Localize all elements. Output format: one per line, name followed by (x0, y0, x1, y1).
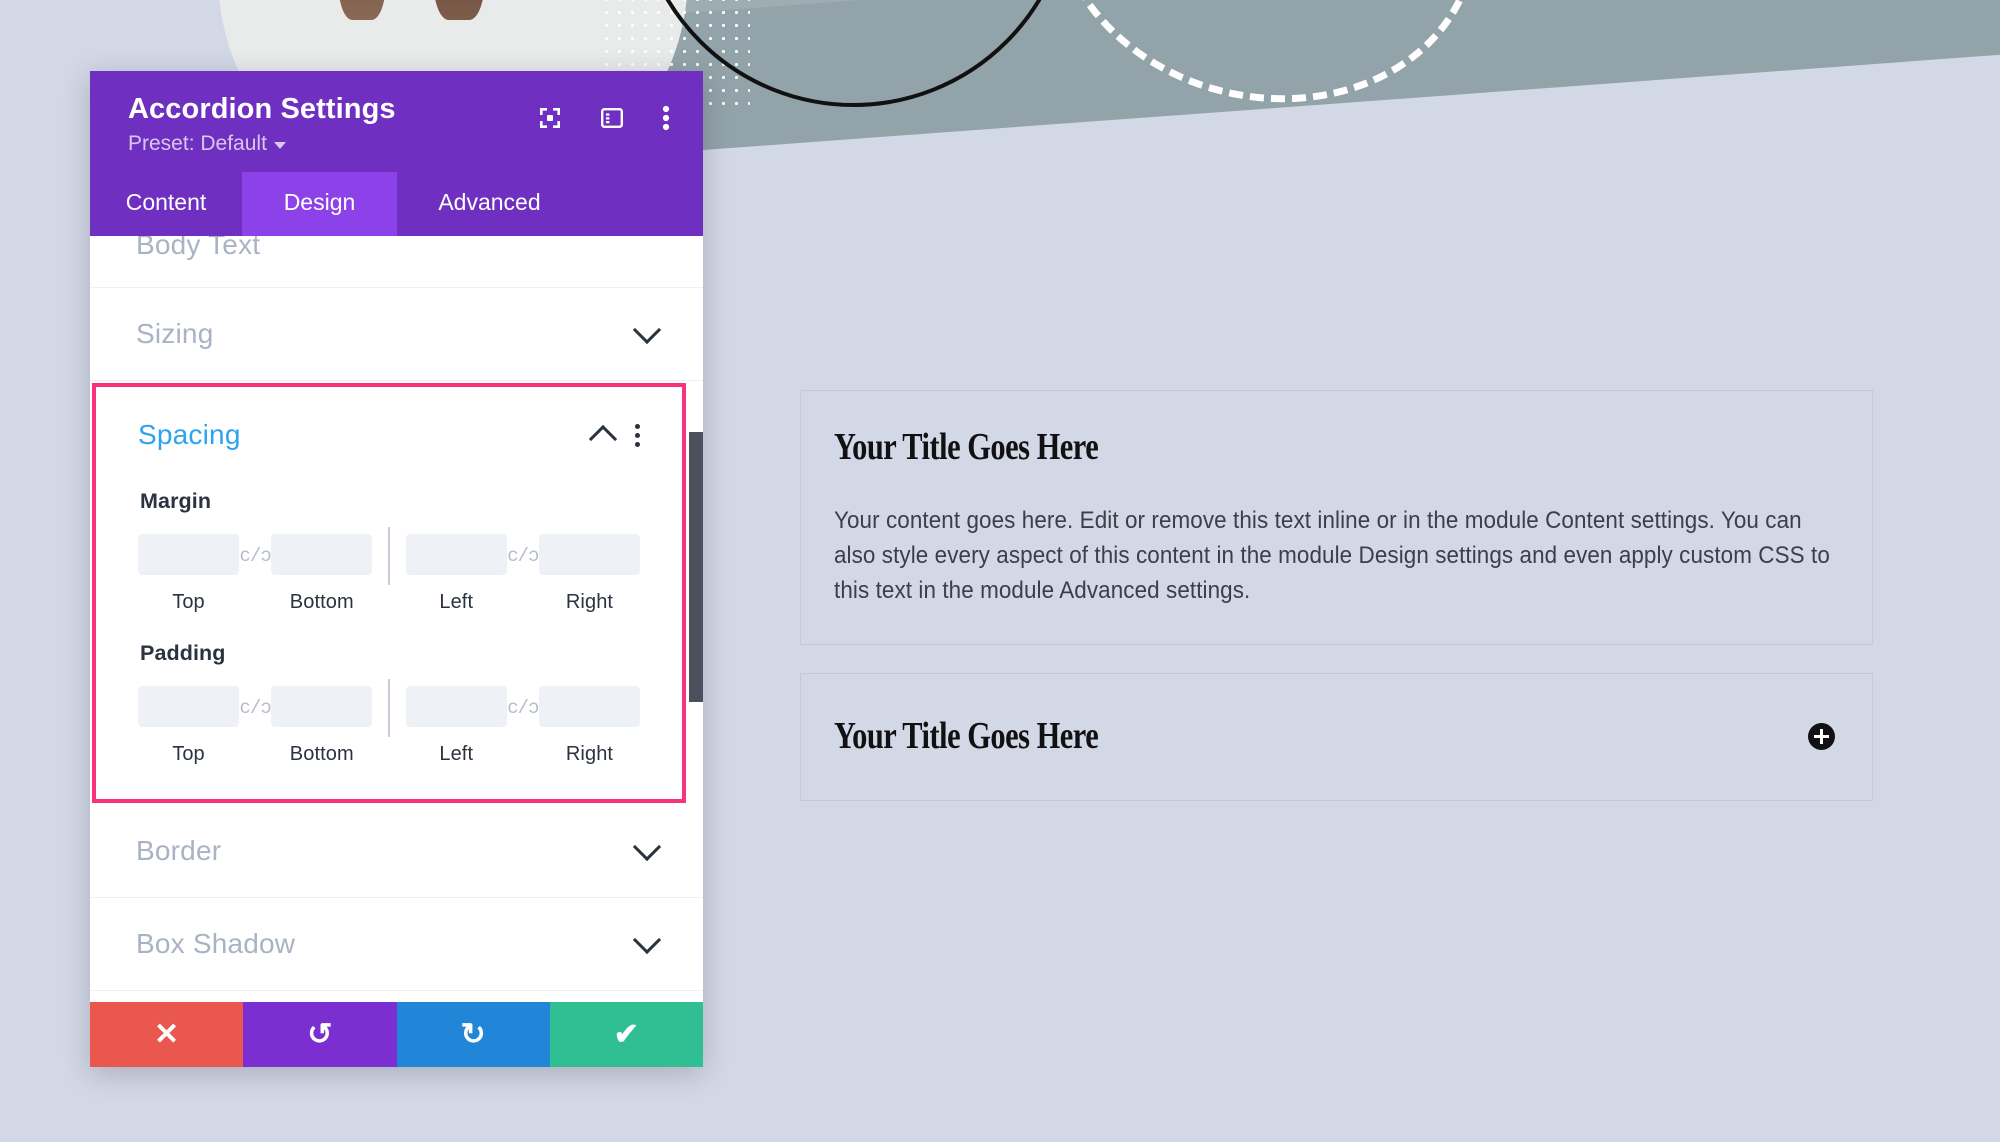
kebab-menu-icon[interactable] (662, 105, 670, 131)
padding-right-input[interactable] (539, 686, 640, 728)
margin-left-input[interactable] (405, 534, 507, 576)
modal-body: Body Text Sizing Spacing Margin Top c/ɔ … (90, 236, 703, 1003)
padding-bottom-label: Bottom (289, 743, 354, 766)
margin-right-label: Right (565, 591, 614, 614)
preset-label: Preset: Default (128, 132, 267, 156)
padding-right-label: Right (565, 743, 614, 766)
chevron-down-icon[interactable] (632, 316, 662, 345)
accordion-item-body: Your content goes here. Edit or remove t… (834, 507, 1830, 605)
chevron-down-icon[interactable] (632, 833, 662, 862)
link-margin-vertical-icon[interactable]: c/ɔ (239, 545, 272, 567)
margin-bottom-label: Bottom (289, 591, 354, 614)
link-padding-horizontal-icon[interactable]: c/ɔ (507, 697, 539, 719)
padding-top-cell: Top (138, 686, 239, 766)
margin-top-cell: Top (138, 534, 239, 614)
undo-icon: ↺ (307, 1017, 333, 1051)
margin-bottom-cell: Bottom (271, 534, 373, 614)
modal-header-actions (538, 105, 675, 131)
tab-advanced[interactable]: Advanced (397, 172, 582, 236)
section-label: Body Text (136, 236, 261, 261)
link-padding-vertical-icon[interactable]: c/ɔ (239, 697, 272, 719)
photo-shape-c (338, 0, 386, 20)
field-divider (388, 527, 390, 586)
link-margin-horizontal-icon[interactable]: c/ɔ (507, 545, 539, 567)
section-label: Border (136, 835, 222, 867)
section-options-icon[interactable] (635, 423, 640, 447)
padding-bottom-input[interactable] (271, 686, 373, 728)
section-row-box-shadow[interactable]: Box Shadow (90, 898, 703, 992)
close-icon: ✕ (154, 1017, 180, 1051)
margin-top-input[interactable] (138, 534, 239, 576)
accordion-preview: Your Title Goes Here Your content goes h… (800, 390, 1873, 829)
modal-header: Accordion Settings Preset: Default (90, 71, 703, 173)
modal-footer: ✕ ↺ ↻ ✔ (90, 1002, 703, 1068)
chevron-down-icon (273, 142, 286, 150)
tab-content[interactable]: Content (90, 172, 242, 236)
redo-icon: ↻ (460, 1017, 486, 1051)
margin-inputs: Top c/ɔ Bottom Left c/ɔ Right (138, 527, 640, 621)
modal-tabs: Content Design Advanced (90, 172, 703, 237)
padding-bottom-cell: Bottom (271, 686, 373, 766)
padding-top-label: Top (172, 743, 205, 766)
page-title: Accordion Settings (128, 93, 396, 125)
field-divider (388, 679, 390, 738)
section-label: Spacing (138, 419, 241, 451)
section-spacing-highlighted: Spacing Margin Top c/ɔ Bottom Left c/ɔ R… (92, 383, 686, 804)
padding-label: Padding (140, 641, 226, 666)
page-root: Your Title Goes Here Your content goes h… (0, 0, 2000, 1142)
padding-inputs: Top c/ɔ Bottom Left c/ɔ Right (138, 679, 640, 773)
redo-button[interactable]: ↻ (396, 1002, 550, 1068)
margin-top-label: Top (172, 591, 205, 614)
section-row-body-text[interactable]: Body Text (90, 236, 703, 289)
margin-label: Margin (140, 489, 212, 514)
chevron-down-icon[interactable] (632, 926, 662, 955)
padding-field-group: Padding Top c/ɔ Bottom Left c/ɔ Right (96, 641, 682, 773)
modal-scrollbar[interactable] (689, 432, 703, 703)
accordion-item-expanded[interactable]: Your Title Goes Here Your content goes h… (800, 390, 1873, 646)
tab-design[interactable]: Design (242, 172, 397, 237)
padding-left-input[interactable] (405, 686, 507, 728)
margin-bottom-input[interactable] (271, 534, 373, 576)
margin-left-label: Left (439, 591, 474, 614)
section-row-border[interactable]: Border (90, 805, 703, 899)
margin-right-cell: Right (539, 534, 640, 614)
accordion-item-title: Your Title Goes Here (834, 426, 1099, 468)
section-row-sizing[interactable]: Sizing (90, 288, 703, 382)
photo-shape-d (433, 0, 485, 20)
accordion-settings-modal: Accordion Settings Preset: Default Conte… (90, 71, 703, 1068)
preset-selector[interactable]: Preset: Default (128, 132, 396, 156)
modal-header-text: Accordion Settings Preset: Default (128, 93, 396, 156)
margin-field-group: Margin Top c/ɔ Bottom Left c/ɔ Right (96, 489, 682, 621)
cancel-button[interactable]: ✕ (90, 1002, 244, 1068)
chevron-up-icon[interactable] (588, 425, 618, 454)
accordion-item-collapsed[interactable]: Your Title Goes Here (800, 673, 1873, 802)
padding-right-cell: Right (539, 686, 640, 766)
section-row-spacing[interactable]: Spacing (96, 387, 682, 483)
save-button[interactable]: ✔ (549, 1002, 703, 1068)
plus-circle-icon[interactable] (1808, 722, 1835, 750)
padding-left-cell: Left (405, 686, 507, 766)
padding-left-label: Left (439, 743, 474, 766)
padding-top-input[interactable] (138, 686, 239, 728)
margin-left-cell: Left (405, 534, 507, 614)
panel-layout-icon[interactable] (600, 106, 624, 130)
undo-button[interactable]: ↺ (243, 1002, 397, 1068)
margin-right-input[interactable] (539, 534, 640, 576)
section-label: Sizing (136, 318, 214, 350)
focus-target-icon[interactable] (538, 106, 562, 130)
accordion-item-title: Your Title Goes Here (834, 715, 1099, 758)
section-label: Box Shadow (136, 928, 296, 960)
checkmark-icon: ✔ (613, 1017, 639, 1051)
